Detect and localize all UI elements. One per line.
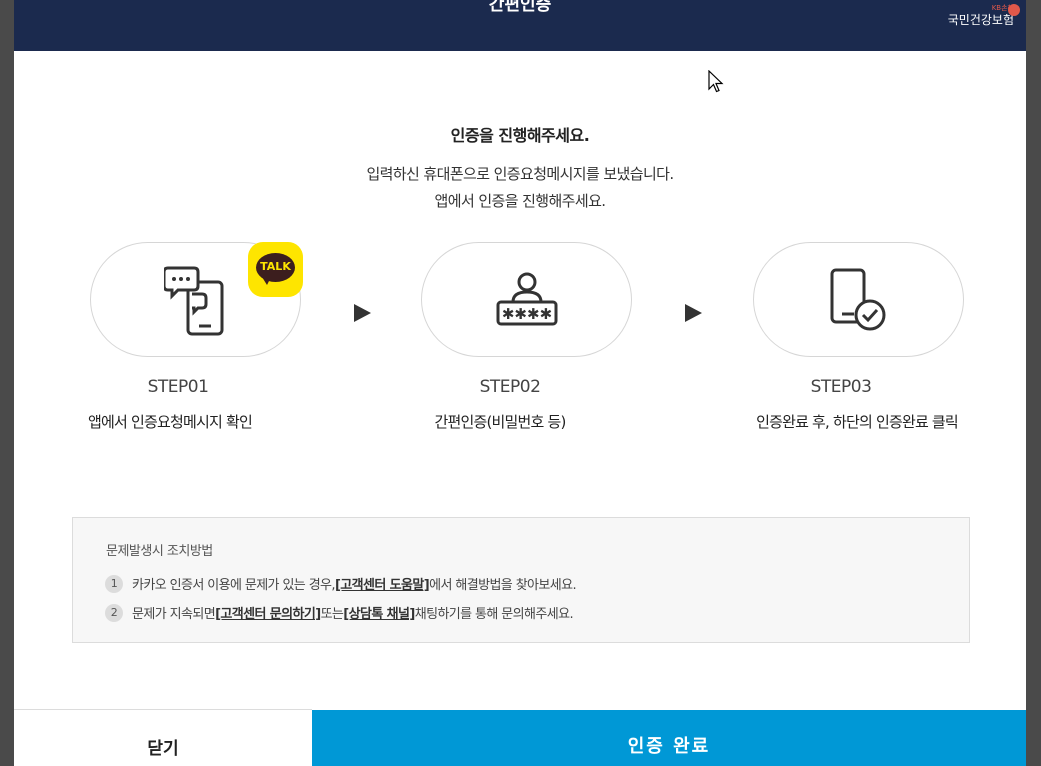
- help-item-text: 또는: [320, 607, 344, 622]
- mouse-cursor-icon: [708, 70, 724, 93]
- brand-logo: KB손해 국민건강보험: [947, 4, 1020, 28]
- help-item-text: 문제가 지속되면: [132, 607, 216, 622]
- help-number-badge: 2: [105, 603, 123, 622]
- step2-label: STEP02: [479, 377, 541, 397]
- help-item-1: 1 카카오 인증서 이용에 문제가 있는 경우, [고객센터 도움말] 에서 해…: [105, 574, 577, 593]
- help-number-badge: 1: [105, 574, 123, 593]
- step-arrow-icon: [354, 304, 371, 322]
- step3-text: 인증완료 후, 하단의 인증완료 클릭: [756, 413, 959, 431]
- step2-text: 간편인증(비밀번호 등): [434, 413, 566, 431]
- step-arrow-icon: [685, 304, 702, 322]
- brand-mark-icon: [1008, 4, 1020, 16]
- help-item-text: 에서 해결방법을 찾아보세요.: [429, 578, 577, 593]
- customer-center-inquiry-link[interactable]: [고객센터 문의하기]: [215, 603, 321, 622]
- phone-check-icon: [830, 268, 885, 330]
- step2-card: ✱✱✱✱: [421, 242, 632, 357]
- step1-label: STEP01: [147, 377, 209, 397]
- close-button[interactable]: 닫기: [14, 709, 312, 766]
- consult-talk-channel-link[interactable]: [상담톡 채널]: [343, 603, 415, 622]
- auth-complete-button[interactable]: 인증 완료: [312, 710, 1026, 766]
- phone-chat-icon: [163, 266, 223, 335]
- customer-center-help-link[interactable]: [고객센터 도움말]: [335, 574, 430, 593]
- help-item-text: 채팅하기를 통해 문의해주세요.: [414, 607, 574, 622]
- brand-sub: KB손해: [991, 4, 1014, 12]
- auth-window: 간편인증 KB손해 국민건강보험 인증을 진행해주세요. 입력하신 휴대폰으로 …: [14, 0, 1026, 766]
- description-line2: 앱에서 인증을 진행해주세요.: [434, 192, 607, 210]
- brand-name: 국민건강보험: [947, 13, 1014, 27]
- page-heading: 인증을 진행해주세요.: [450, 126, 590, 145]
- header-title: 간편인증: [488, 0, 552, 15]
- step3-card: [753, 242, 964, 357]
- help-item-2: 2 문제가 지속되면 [고객센터 문의하기] 또는 [상담톡 채널] 채팅하기를…: [105, 603, 574, 622]
- step3-label: STEP03: [810, 377, 872, 397]
- kakao-talk-badge-text: TALK: [260, 260, 291, 273]
- help-item-text: 카카오 인증서 이용에 문제가 있는 경우,: [132, 578, 336, 593]
- step1-text: 앱에서 인증요청메시지 확인: [88, 413, 253, 431]
- svg-text:✱✱✱✱: ✱✱✱✱: [501, 305, 551, 323]
- header-bar: 간편인증 KB손해 국민건강보험: [14, 0, 1026, 51]
- description-line1: 입력하신 휴대폰으로 인증요청메시지를 보냈습니다.: [366, 165, 674, 183]
- troubleshooting-box: 문제발생시 조치방법 1 카카오 인증서 이용에 문제가 있는 경우, [고객센…: [72, 517, 970, 643]
- help-title: 문제발생시 조치방법: [106, 544, 213, 559]
- password-user-icon: ✱✱✱✱: [496, 272, 557, 325]
- kakao-talk-icon: TALK: [248, 242, 303, 297]
